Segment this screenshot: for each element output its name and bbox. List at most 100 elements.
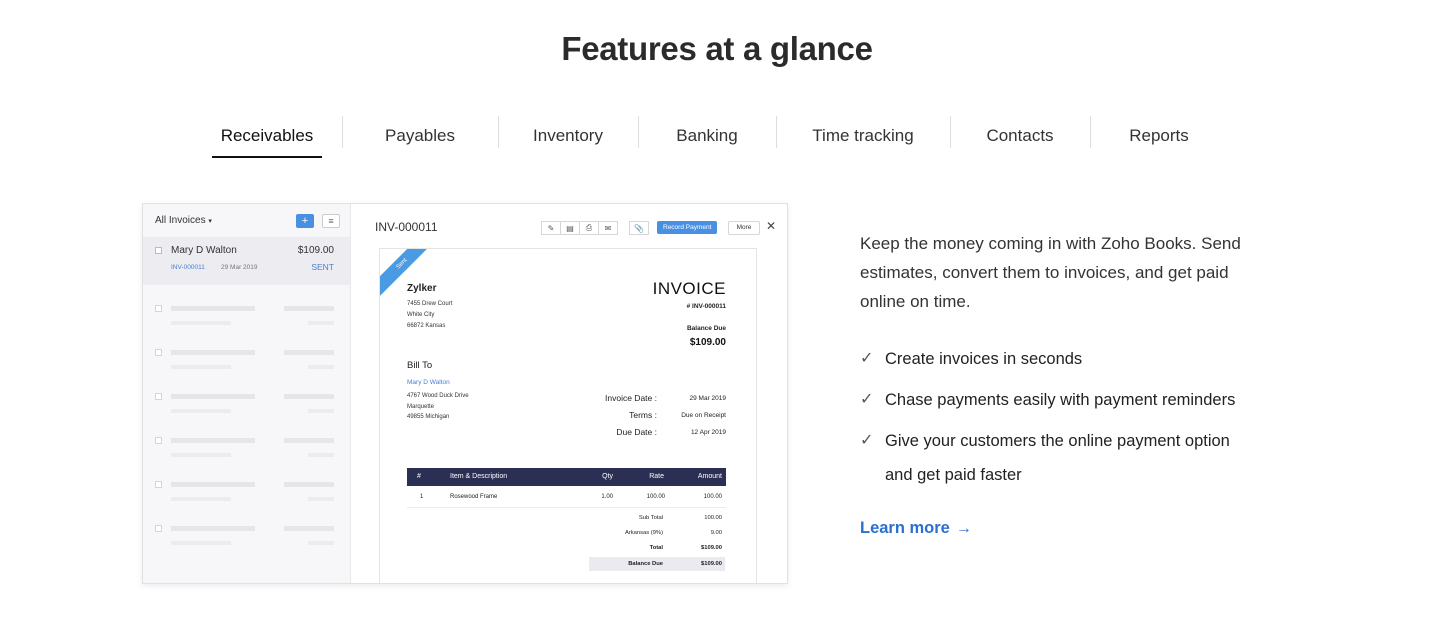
invoice-list-panel: All Invoices ▾ + ≡ Mary D Walton $109.00… [143, 204, 351, 583]
tab-receivables[interactable]: Receivables [192, 112, 342, 158]
mail-icon[interactable]: ✉ [598, 221, 618, 235]
more-button[interactable]: More [728, 221, 760, 235]
tab-label: Contacts [986, 126, 1054, 145]
table-row: 1 Rosewood Frame 1.00 100.00 100.00 [407, 486, 726, 508]
tab-label: Banking [676, 126, 738, 145]
address-line: White City [407, 312, 435, 318]
attachment-icon[interactable]: 📎 [629, 221, 649, 235]
address-line: 66872 Kansas [407, 323, 446, 329]
pdf-icon[interactable]: ▤ [560, 221, 580, 235]
row-checkbox[interactable] [155, 247, 162, 254]
item-rate: 100.00 [646, 494, 665, 500]
tab-inventory[interactable]: Inventory [498, 112, 638, 158]
section-heading: Features at a glance [561, 30, 873, 67]
check-icon: ✓ [860, 391, 874, 408]
subtotal-label: Sub Total [638, 515, 663, 521]
item-number: 1 [420, 494, 424, 500]
due-date-label: Due Date : [616, 427, 657, 437]
arrow-right-icon: → [955, 519, 972, 537]
list-item-name: Mary D Walton [171, 245, 237, 256]
list-item: ✓ Chase payments easily with payment rem… [860, 383, 1280, 417]
learn-more-label: Learn more [860, 519, 950, 537]
invoice-document: Sent Zylker 7455 Drew Court White City 6… [379, 248, 757, 583]
tab-time-tracking[interactable]: Time tracking [776, 112, 950, 158]
caret-down-icon: ▾ [208, 218, 212, 225]
list-item: ✓ Create invoices in seconds [860, 342, 1280, 376]
feature-tabs: Receivables Payables Inventory Banking T… [192, 112, 1242, 158]
address-line: 4767 Wood Duck Drive [407, 393, 469, 399]
feature-text: Create invoices in seconds [885, 350, 1083, 368]
list-item-number: INV-000011 [171, 264, 205, 271]
col-amount: Amount [697, 473, 722, 480]
tax-label: Arkansas (9%) [624, 530, 663, 536]
add-icon[interactable]: + [296, 213, 314, 228]
list-filter-dropdown[interactable]: All Invoices ▾ [155, 215, 288, 226]
close-icon[interactable]: ✕ [766, 219, 776, 233]
list-item[interactable]: Mary D Walton $109.00 INV-000011 29 Mar … [143, 237, 350, 285]
list-filter-label: All Invoices [155, 215, 206, 226]
placeholder-row [143, 349, 350, 393]
feature-list: ✓ Create invoices in seconds ✓ Chase pay… [860, 342, 1280, 499]
total-value: $109.00 [701, 545, 722, 551]
placeholder-row [143, 437, 350, 481]
edit-icon[interactable]: ✎ [541, 221, 561, 235]
tab-contacts[interactable]: Contacts [950, 112, 1090, 158]
col-item: Item & Description [450, 473, 508, 480]
list-item-date: 29 Mar 2019 [221, 264, 258, 271]
terms-label: Terms : [629, 410, 657, 420]
col-rate: Rate [649, 473, 664, 480]
tab-label: Inventory [533, 126, 603, 145]
company-name: Zylker [407, 283, 437, 294]
items-table-header: # Item & Description Qty Rate Amount [407, 468, 726, 486]
tab-label: Payables [385, 126, 455, 145]
invoice-toolbar: ✎ ▤ ⎙ ✉ [541, 221, 618, 235]
tab-label: Reports [1129, 126, 1189, 145]
placeholder-row [143, 305, 350, 349]
item-qty: 1.00 [601, 494, 613, 500]
placeholder-row [143, 393, 350, 437]
placeholder-row [143, 525, 350, 569]
list-header: All Invoices ▾ + ≡ [143, 204, 350, 237]
tab-reports[interactable]: Reports [1090, 112, 1228, 158]
check-icon: ✓ [860, 350, 874, 367]
placeholder-row [143, 481, 350, 525]
bill-to-label: Bill To [407, 360, 433, 371]
customer-address: 4767 Wood Duck Drive Marquette 49855 Mic… [407, 391, 469, 423]
invoice-id-title: INV-000011 [375, 220, 438, 234]
address-line: Marquette [407, 403, 435, 410]
invoice-title: INVOICE [652, 279, 726, 298]
record-payment-button[interactable]: Record Payment [657, 221, 718, 234]
balance-due-row-value: $109.00 [701, 561, 722, 567]
feature-description: Keep the money coming in with Zoho Books… [860, 234, 1241, 311]
feature-text: Chase payments easily with payment remin… [885, 391, 1236, 409]
tab-label: Receivables [220, 126, 314, 145]
list-item: ✓ Give your customers the online payment… [860, 424, 1245, 492]
company-address: 7455 Drew Court White City 66872 Kansas [407, 299, 452, 332]
col-qty: Qty [602, 473, 613, 480]
due-date-value: 12 Apr 2019 [690, 429, 726, 436]
menu-icon[interactable]: ≡ [322, 213, 340, 228]
col-number: # [417, 473, 421, 480]
invoice-mockup: All Invoices ▾ + ≡ Mary D Walton $109.00… [142, 203, 788, 584]
balance-due-amount: $109.00 [689, 337, 726, 348]
invoice-date-label: Invoice Date : [605, 393, 657, 403]
print-icon[interactable]: ⎙ [579, 221, 599, 235]
address-line: 49855 Michigan [407, 414, 450, 420]
total-label: Total [649, 545, 663, 551]
tab-banking[interactable]: Banking [638, 112, 776, 158]
subtotal-value: 100.00 [704, 515, 722, 521]
customer-name: Mary D Walton [407, 379, 450, 386]
attachment-toolbar: 📎 [629, 221, 649, 235]
items-table: # Item & Description Qty Rate Amount 1 R… [407, 468, 726, 508]
item-amount: 100.00 [703, 494, 722, 500]
item-description: Rosewood Frame [450, 494, 498, 500]
check-icon: ✓ [860, 432, 874, 449]
list-item-status: SENT [311, 262, 334, 272]
feature-text: Give your customers the online payment o… [885, 432, 1230, 484]
tab-payables[interactable]: Payables [342, 112, 498, 158]
terms-value: Due on Receipt [681, 412, 726, 419]
tax-value: 9.00 [710, 530, 722, 536]
tab-label: Time tracking [812, 126, 914, 145]
learn-more-link[interactable]: Learn more → [860, 519, 972, 538]
invoice-number: # INV-000011 [686, 303, 726, 310]
